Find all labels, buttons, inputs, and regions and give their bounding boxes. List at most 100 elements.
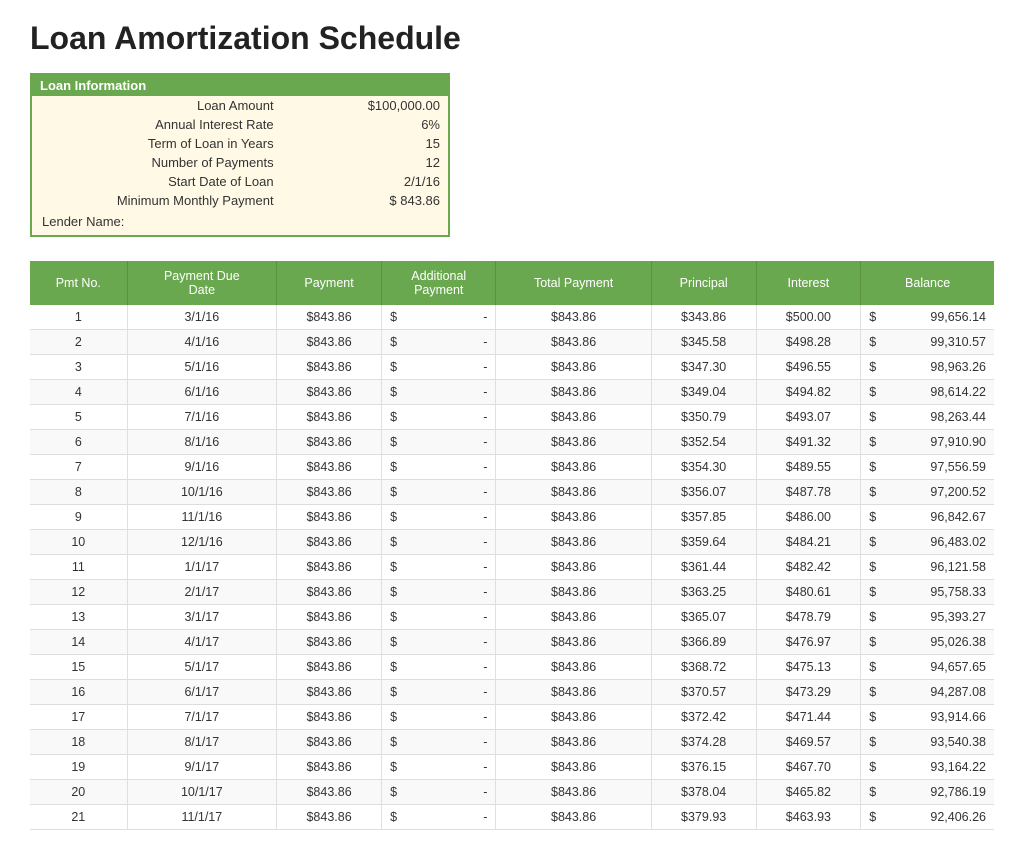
payment-amount: $843.86 xyxy=(277,580,382,605)
payment-number: 14 xyxy=(30,630,127,655)
additional-payment: $- xyxy=(382,405,496,430)
payment-due-date: 5/1/17 xyxy=(127,655,276,680)
payment-due-date: 11/1/17 xyxy=(127,805,276,830)
payment-amount: $843.86 xyxy=(277,380,382,405)
payment-number: 17 xyxy=(30,705,127,730)
payment-number: 13 xyxy=(30,605,127,630)
interest: $467.70 xyxy=(756,755,861,780)
balance: $96,483.02 xyxy=(861,530,994,555)
total-payment: $843.86 xyxy=(496,455,651,480)
table-row: 177/1/17$843.86$-$843.86$372.42$471.44$9… xyxy=(30,705,994,730)
payment-number: 8 xyxy=(30,480,127,505)
payment-number: 11 xyxy=(30,555,127,580)
payment-amount: $843.86 xyxy=(277,305,382,330)
payment-number: 15 xyxy=(30,655,127,680)
payment-number: 4 xyxy=(30,380,127,405)
amortization-table: Pmt No.Payment DueDatePaymentAdditionalP… xyxy=(30,261,994,830)
loan-field-value: 2/1/16 xyxy=(282,172,448,191)
additional-payment: $- xyxy=(382,580,496,605)
additional-payment: $- xyxy=(382,780,496,805)
total-payment: $843.86 xyxy=(496,555,651,580)
principal: $356.07 xyxy=(651,480,756,505)
total-payment: $843.86 xyxy=(496,755,651,780)
payment-due-date: 6/1/16 xyxy=(127,380,276,405)
principal: $366.89 xyxy=(651,630,756,655)
additional-payment: $- xyxy=(382,455,496,480)
total-payment: $843.86 xyxy=(496,680,651,705)
table-row: 79/1/16$843.86$-$843.86$354.30$489.55$97… xyxy=(30,455,994,480)
payment-number: 12 xyxy=(30,580,127,605)
loan-field-label: Loan Amount xyxy=(32,96,282,115)
payment-due-date: 9/1/16 xyxy=(127,455,276,480)
additional-payment: $- xyxy=(382,355,496,380)
loan-field-label: Term of Loan in Years xyxy=(32,134,282,153)
interest: $498.28 xyxy=(756,330,861,355)
principal: $347.30 xyxy=(651,355,756,380)
table-row: 2010/1/17$843.86$-$843.86$378.04$465.82$… xyxy=(30,780,994,805)
additional-payment: $- xyxy=(382,755,496,780)
balance: $93,540.38 xyxy=(861,730,994,755)
payment-amount: $843.86 xyxy=(277,605,382,630)
table-row: 2111/1/17$843.86$-$843.86$379.93$463.93$… xyxy=(30,805,994,830)
payment-amount: $843.86 xyxy=(277,455,382,480)
principal: $374.28 xyxy=(651,730,756,755)
loan-field-value: 12 xyxy=(282,153,448,172)
interest: $489.55 xyxy=(756,455,861,480)
lender-name-row: Lender Name: xyxy=(32,210,448,235)
total-payment: $843.86 xyxy=(496,530,651,555)
principal: $368.72 xyxy=(651,655,756,680)
principal: $357.85 xyxy=(651,505,756,530)
payment-number: 5 xyxy=(30,405,127,430)
interest: $476.97 xyxy=(756,630,861,655)
total-payment: $843.86 xyxy=(496,705,651,730)
interest: $465.82 xyxy=(756,780,861,805)
payment-due-date: 2/1/17 xyxy=(127,580,276,605)
table-row: 199/1/17$843.86$-$843.86$376.15$467.70$9… xyxy=(30,755,994,780)
loan-field-value: 15 xyxy=(282,134,448,153)
interest: $475.13 xyxy=(756,655,861,680)
balance: $95,393.27 xyxy=(861,605,994,630)
column-header: AdditionalPayment xyxy=(382,261,496,305)
payment-number: 6 xyxy=(30,430,127,455)
column-header: Interest xyxy=(756,261,861,305)
payment-amount: $843.86 xyxy=(277,630,382,655)
principal: $379.93 xyxy=(651,805,756,830)
principal: $359.64 xyxy=(651,530,756,555)
total-payment: $843.86 xyxy=(496,630,651,655)
payment-amount: $843.86 xyxy=(277,555,382,580)
table-row: 46/1/16$843.86$-$843.86$349.04$494.82$98… xyxy=(30,380,994,405)
balance: $92,786.19 xyxy=(861,780,994,805)
interest: $478.79 xyxy=(756,605,861,630)
interest: $484.21 xyxy=(756,530,861,555)
column-header: Payment DueDate xyxy=(127,261,276,305)
payment-amount: $843.86 xyxy=(277,680,382,705)
balance: $99,310.57 xyxy=(861,330,994,355)
payment-number: 2 xyxy=(30,330,127,355)
balance: $99,656.14 xyxy=(861,305,994,330)
payment-amount: $843.86 xyxy=(277,505,382,530)
additional-payment: $- xyxy=(382,480,496,505)
table-row: 188/1/17$843.86$-$843.86$374.28$469.57$9… xyxy=(30,730,994,755)
balance: $97,200.52 xyxy=(861,480,994,505)
payment-due-date: 7/1/17 xyxy=(127,705,276,730)
loan-field-label: Minimum Monthly Payment xyxy=(32,191,282,210)
principal: $343.86 xyxy=(651,305,756,330)
column-header: Balance xyxy=(861,261,994,305)
payment-number: 9 xyxy=(30,505,127,530)
total-payment: $843.86 xyxy=(496,805,651,830)
loan-field-label: Start Date of Loan xyxy=(32,172,282,191)
table-row: 144/1/17$843.86$-$843.86$366.89$476.97$9… xyxy=(30,630,994,655)
principal: $363.25 xyxy=(651,580,756,605)
balance: $95,758.33 xyxy=(861,580,994,605)
payment-number: 7 xyxy=(30,455,127,480)
column-header: Pmt No. xyxy=(30,261,127,305)
payment-number: 19 xyxy=(30,755,127,780)
payment-due-date: 6/1/17 xyxy=(127,680,276,705)
balance: $92,406.26 xyxy=(861,805,994,830)
interest: $487.78 xyxy=(756,480,861,505)
total-payment: $843.86 xyxy=(496,730,651,755)
interest: $482.42 xyxy=(756,555,861,580)
payment-due-date: 10/1/17 xyxy=(127,780,276,805)
table-row: 111/1/17$843.86$-$843.86$361.44$482.42$9… xyxy=(30,555,994,580)
balance: $96,121.58 xyxy=(861,555,994,580)
